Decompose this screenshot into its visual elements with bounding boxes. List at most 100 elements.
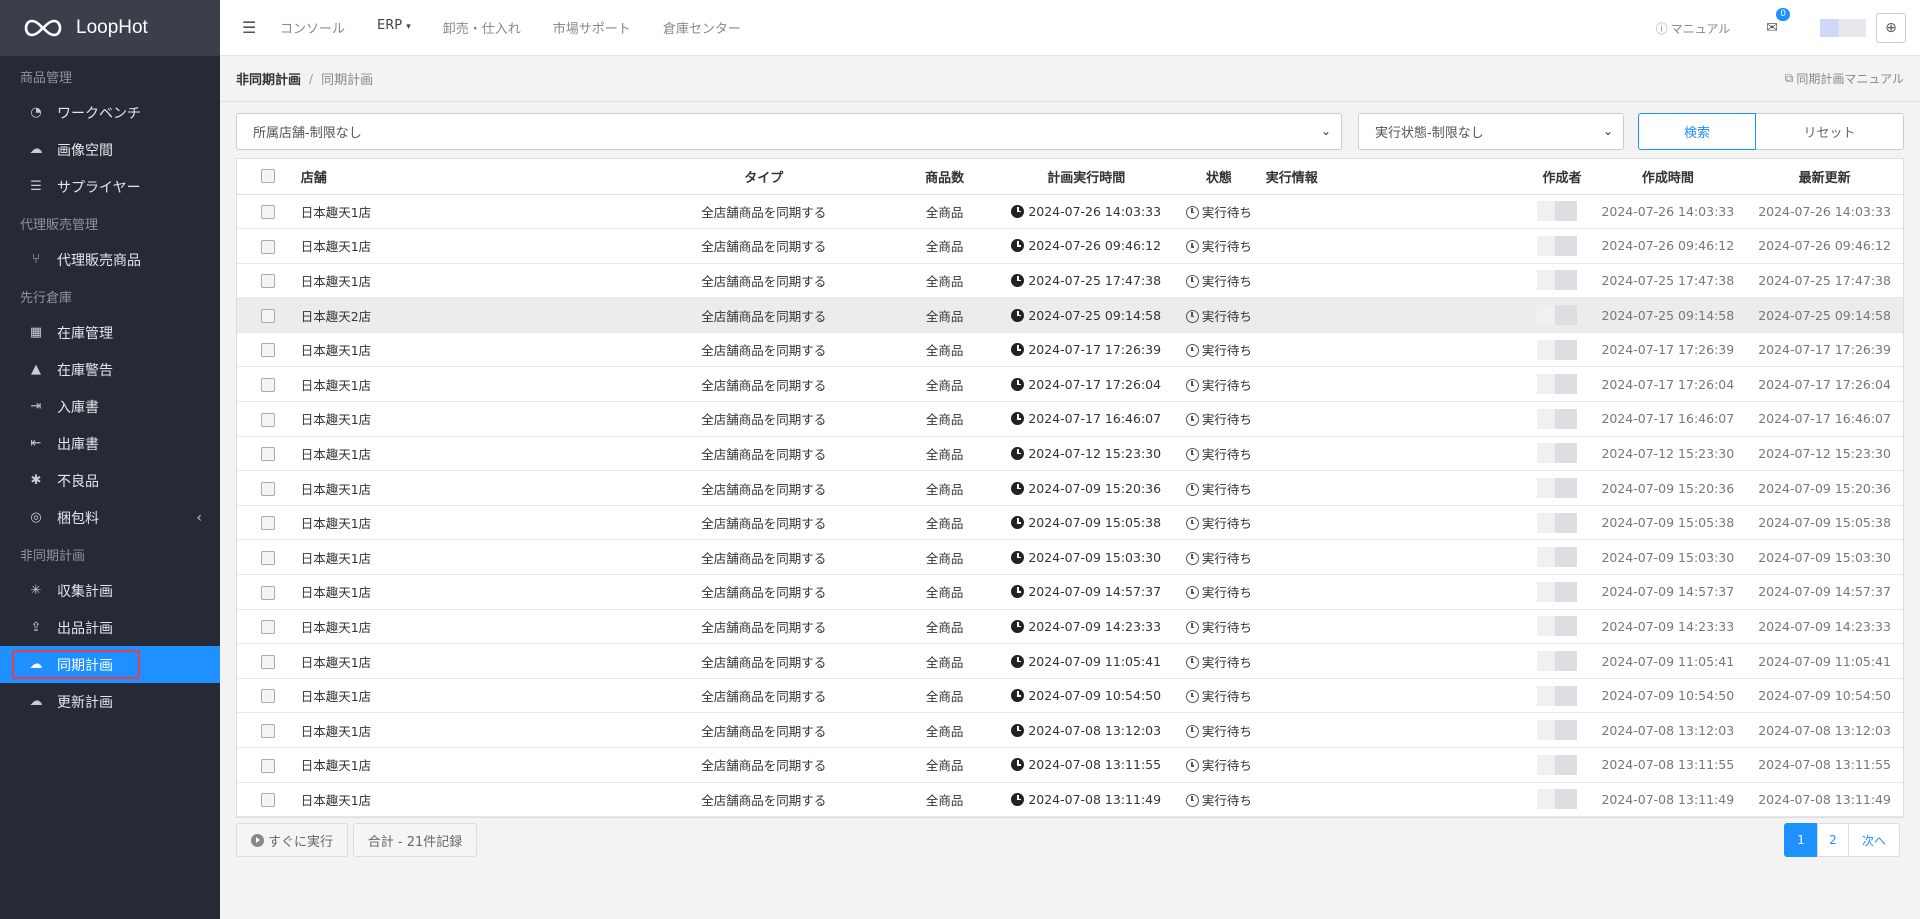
row-checkbox[interactable] [261,758,276,773]
row-checkbox[interactable] [261,343,276,358]
row-checkbox[interactable] [261,620,276,635]
sidebar-item-label: 梱包料 [57,510,99,527]
clock-icon [1011,585,1025,599]
clock-icon [1011,516,1025,530]
sidebar-item-listing-plan[interactable]: ⇪ 出品計画 [0,609,220,646]
sidebar-item-label: 出庫書 [57,436,99,453]
row-checkbox[interactable] [261,723,276,738]
mail-button[interactable]: ✉ 0 [1766,8,1790,36]
table-row[interactable]: 日本趣天1店 全店舗商品を同期する 全商品 2024-07-26 14:03:33 実行… [237,194,1903,230]
sidebar-item-label: 更新計画 [57,694,113,711]
cell-store: 日本趣天1店 [299,194,638,230]
topnav-market-support[interactable]: 市場サポート [553,18,631,37]
row-checkbox[interactable] [261,412,276,427]
manual-link[interactable]: ⓘ マニュアル [1656,20,1731,37]
cell-count: 全商品 [889,297,1000,333]
table-row[interactable]: 日本趣天1店 全店舗商品を同期する 全商品 2024-07-09 14:23:33 実行… [237,609,1903,645]
cell-type: 全店舗商品を同期する [637,228,890,264]
page-2-button[interactable]: 2 [1817,823,1849,857]
row-checkbox[interactable] [261,378,276,393]
chevron-down-icon: ⌄ [1320,124,1331,138]
status-filter-select[interactable]: 実行状態-制限なし ⌄ [1358,113,1624,150]
row-checkbox[interactable] [261,447,276,462]
sidebar-item-inventory[interactable]: ▦ 在庫管理 [0,314,220,351]
page-1-button[interactable]: 1 [1784,823,1818,857]
sidebar-item-collect-plan[interactable]: ✳ 収集計画 [0,572,220,609]
topnav-wholesale[interactable]: 卸売・仕入れ [443,18,521,37]
hamburger-menu-icon[interactable]: ☰ [242,18,266,37]
table-row[interactable]: 日本趣天1店 全店舗商品を同期する 全商品 2024-07-08 13:11:55 実行… [237,747,1903,783]
table-row[interactable]: 日本趣天1店 全店舗商品を同期する 全商品 2024-07-17 16:46:07 実行… [237,401,1903,437]
sidebar-item-stock-warning[interactable]: ▲ 在庫警告 [0,351,220,388]
row-checkbox[interactable] [261,205,276,220]
table-row[interactable]: 日本趣天1店 全店舗商品を同期する 全商品 2024-07-09 14:57:37 実行… [237,574,1903,610]
row-checkbox[interactable] [261,308,276,323]
row-checkbox[interactable] [261,654,276,669]
dashboard-icon: ◔ [30,105,42,120]
sidebar-item-inbound[interactable]: ⇥ 入庫書 [0,388,220,425]
clock-outline-icon [1185,759,1199,773]
column-header-type: タイプ [637,159,890,195]
row-checkbox[interactable] [261,516,276,531]
exec-time-value: 2024-07-08 13:11:55 [1028,757,1162,773]
boxes-icon: ▦ [29,325,43,340]
chevron-left-icon[interactable]: ‹ [196,510,202,526]
table-row[interactable]: 日本趣天1店 全店舗商品を同期する 全商品 2024-07-12 15:23:30 実行… [237,436,1903,472]
table-row[interactable]: 日本趣天1店 全店舗商品を同期する 全商品 2024-07-25 17:47:38 実行… [237,263,1903,299]
search-button[interactable]: 検索 [1638,113,1756,150]
sidebar-item-image-space[interactable]: ☁ 画像空間 [0,131,220,168]
sync-plan-manual-link[interactable]: ⧉ 同期計画マニュアル [1785,70,1904,87]
table-row[interactable]: 日本趣天1店 全店舗商品を同期する 全商品 2024-07-09 10:54:50 実行… [237,678,1903,714]
exec-time-value: 2024-07-17 17:26:04 [1028,376,1162,392]
select-all-checkbox[interactable] [261,169,276,184]
sidebar-item-agency-products[interactable]: ⑂ 代理販売商品 [0,241,220,278]
next-page-button[interactable]: 次へ [1848,823,1900,857]
row-checkbox[interactable] [261,239,276,254]
table-row[interactable]: 日本趣天1店 全店舗商品を同期する 全商品 2024-07-17 17:26:39 実行… [237,332,1903,368]
table-row[interactable]: 日本趣天1店 全店舗商品を同期する 全商品 2024-07-09 11:05:41 実行… [237,643,1903,679]
sidebar-item-packaging[interactable]: ◎ 梱包料 ‹ [0,499,220,536]
sidebar-item-update-plan[interactable]: ☁ 更新計画 [0,683,220,720]
reset-button[interactable]: リセット [1756,113,1904,150]
table-row[interactable]: 日本趣天1店 全店舗商品を同期する 全商品 2024-07-09 15:05:38 実行… [237,505,1903,541]
cell-exec-time: 2024-07-09 15:05:38 [999,505,1173,541]
topnav-warehouse-center[interactable]: 倉庫センター [663,18,741,37]
topnav-erp[interactable]: ERP ▾ [377,18,411,37]
column-header-exec-info: 実行情報 [1264,159,1453,195]
upload-icon: ⇪ [30,620,42,635]
cell-exec-time: 2024-07-12 15:23:30 [999,436,1173,472]
cell-count: 全商品 [889,678,1000,714]
clock-icon [1011,204,1025,218]
topnav-console[interactable]: コンソール [280,18,345,37]
row-checkbox[interactable] [261,274,276,289]
row-checkbox[interactable] [261,585,276,600]
table-row[interactable]: 日本趣天1店 全店舗商品を同期する 全商品 2024-07-17 17:26:04 実行… [237,366,1903,403]
table-row[interactable]: 日本趣天1店 全店舗商品を同期する 全商品 2024-07-08 13:12:03 実行… [237,712,1903,748]
table-row[interactable]: 日本趣天2店 全店舗商品を同期する 全商品 2024-07-25 09:14:58 実行… [237,297,1903,333]
exec-time-value: 2024-07-25 09:14:58 [1028,307,1162,323]
row-checkbox[interactable] [261,550,276,565]
avatar[interactable] [1820,19,1866,37]
logo[interactable]: LoopHot [0,0,220,56]
row-checkbox[interactable] [261,481,276,496]
sidebar-item-supplier[interactable]: ☰ サプライヤー [0,168,220,205]
sync-plan-manual-label: 同期計画マニュアル [1796,72,1904,86]
table-row[interactable]: 日本趣天1店 全店舗商品を同期する 全商品 2024-07-09 15:03:30 実行… [237,539,1903,576]
cell-created-time: 2024-07-26 14:03:33 [1589,194,1747,230]
sidebar-item-workbench[interactable]: ◔ ワークベンチ [0,94,220,131]
row-checkbox[interactable] [261,689,276,704]
table-row[interactable]: 日本趣天1店 全店舗商品を同期する 全商品 2024-07-08 13:11:49 実行… [237,782,1903,818]
language-button[interactable]: ⊕ [1876,13,1906,43]
row-checkbox[interactable] [261,793,276,808]
top-navigation: コンソール ERP ▾ 卸売・仕入れ 市場サポート 倉庫センター [280,18,773,37]
breadcrumb-parent[interactable]: 非同期計画 [236,69,301,88]
table-row[interactable]: 日本趣天1店 全店舗商品を同期する 全商品 2024-07-09 15:20:36 実行… [237,470,1903,506]
sidebar-item-defective[interactable]: ✱ 不良品 [0,462,220,499]
sidebar-item-sync-plan[interactable]: ☁ 同期計画 [0,646,220,683]
table-row[interactable]: 日本趣天1店 全店舗商品を同期する 全商品 2024-07-26 09:46:12 実行… [237,228,1903,264]
sidebar-item-outbound[interactable]: ⇤ 出庫書 [0,425,220,462]
store-filter-select[interactable]: 所属店舗-制限なし ⌄ [236,113,1342,150]
run-now-button[interactable]: すぐに実行 [236,823,348,857]
cell-creator [1452,194,1590,230]
cell-status: 実行待ち [1172,228,1265,264]
